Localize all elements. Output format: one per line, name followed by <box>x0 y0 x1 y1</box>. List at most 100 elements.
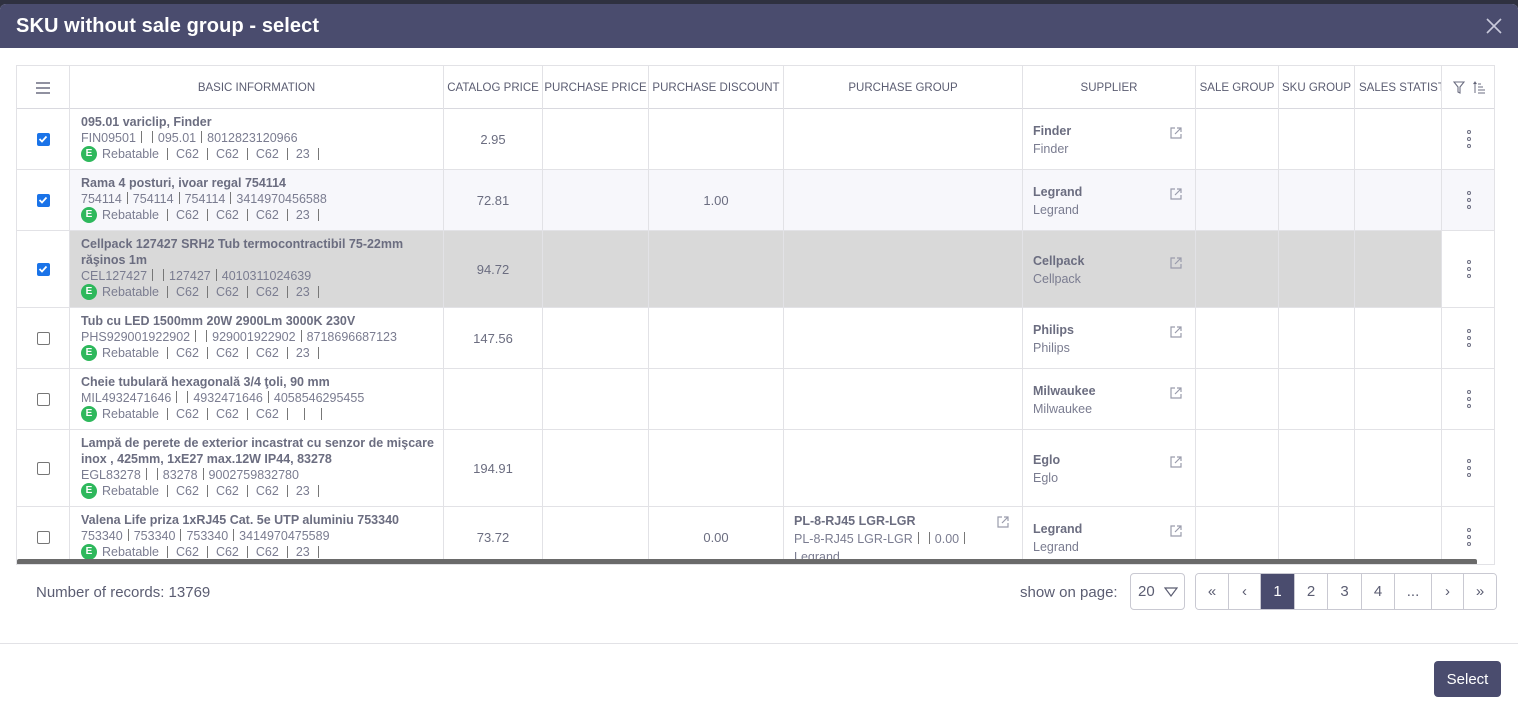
row-checkbox[interactable] <box>36 132 50 146</box>
table-row[interactable]: 095.01 variclip, Finder FIN09501 095.01 80… <box>17 109 1494 170</box>
row-checkbox[interactable] <box>36 262 50 276</box>
page-button[interactable]: 3 <box>1328 574 1362 609</box>
row-checkbox[interactable] <box>36 461 50 475</box>
column-header-purchase-price[interactable]: PURCHASE PRICE <box>543 66 649 109</box>
external-link-icon[interactable] <box>1169 386 1183 400</box>
supplier-name[interactable]: Milwaukee <box>1033 382 1096 400</box>
external-link-icon[interactable] <box>996 515 1010 529</box>
external-link-icon[interactable] <box>1169 524 1183 538</box>
row-checkbox[interactable] <box>36 530 50 544</box>
supplier-name[interactable]: Legrand <box>1033 520 1082 538</box>
product-name-cont: inox , 425mm, 1xE27 max.12W IP44, 83278 <box>81 452 332 466</box>
external-link-icon[interactable] <box>1169 126 1183 140</box>
select-button[interactable]: Select <box>1434 661 1501 697</box>
separator <box>180 529 182 541</box>
more-vertical-icon[interactable] <box>1467 260 1471 278</box>
close-icon[interactable] <box>1484 16 1504 36</box>
external-link-icon[interactable] <box>1169 455 1183 469</box>
product-tags: E Rebatable C62 C62 C62 23 <box>81 345 443 361</box>
separator <box>917 532 919 544</box>
separator <box>317 485 319 497</box>
product-tags: E Rebatable C62 C62 C62 23 <box>81 284 443 300</box>
column-header-basic[interactable]: BASIC INFORMATION <box>70 66 444 109</box>
column-menu-button[interactable] <box>17 66 70 109</box>
column-header-sale-group[interactable]: SALE GROUP <box>1196 66 1279 109</box>
supplier-name[interactable]: Legrand <box>1033 183 1082 201</box>
page-button[interactable]: » <box>1464 574 1496 609</box>
product-tags: E Rebatable C62 C62 C62 <box>81 406 443 422</box>
table-row[interactable]: Lampă de perete de exterior incastrat cu… <box>17 430 1494 507</box>
row-checkbox[interactable] <box>36 392 50 406</box>
more-vertical-icon[interactable] <box>1467 329 1471 347</box>
filter-icon[interactable] <box>1452 81 1465 94</box>
more-vertical-icon[interactable] <box>1467 130 1471 148</box>
table-row[interactable]: Valena Life priza 1xRJ45 Cat. 5e UTP alu… <box>17 507 1494 564</box>
table-row[interactable]: Cheie tubulară hexagonală 3/4 ţoli, 90 m… <box>17 369 1494 430</box>
page-size-select[interactable]: 20 <box>1130 573 1185 610</box>
table-row[interactable]: Rama 4 posturi, ivoar regal 754114 75411… <box>17 170 1494 231</box>
purchase-group-cell <box>784 430 1023 506</box>
page-button[interactable]: 2 <box>1295 574 1328 609</box>
column-header-purchase-discount[interactable]: PURCHASE DISCOUNT <box>649 66 784 109</box>
column-header-sku-group[interactable]: SKU GROUP <box>1279 66 1355 109</box>
column-header-purchase-group[interactable]: PURCHASE GROUP <box>784 66 1023 109</box>
supplier-name[interactable]: Finder <box>1033 122 1071 140</box>
row-checkbox[interactable] <box>36 193 50 207</box>
horizontal-scrollbar[interactable] <box>17 559 1477 564</box>
external-link-icon[interactable] <box>1169 325 1183 339</box>
purchase-group-name[interactable]: PL-8-RJ45 LGR-LGR <box>794 512 970 530</box>
more-vertical-icon[interactable] <box>1467 390 1471 408</box>
supplier-subname: Legrand <box>1033 539 1079 554</box>
code-value: 754114 <box>184 192 226 206</box>
supplier-subname: Milwaukee <box>1033 401 1093 416</box>
external-link-icon[interactable] <box>1169 187 1183 201</box>
row-actions-cell <box>1442 369 1494 429</box>
page-button[interactable]: › <box>1432 574 1464 609</box>
supplier-name[interactable]: Philips <box>1033 321 1074 339</box>
table-row[interactable]: Cellpack 127427 SRH2 Tub termocontractib… <box>17 231 1494 308</box>
external-link-icon[interactable] <box>1169 256 1183 270</box>
page-button[interactable]: ‹ <box>1229 574 1261 609</box>
code-value: C62 <box>176 147 199 161</box>
code-value: C62 <box>176 407 199 421</box>
table-row[interactable]: Tub cu LED 1500mm 20W 2900Lm 3000K 230V … <box>17 308 1494 369</box>
separator <box>320 408 322 420</box>
separator <box>195 330 197 342</box>
page-button[interactable]: 1 <box>1261 574 1295 609</box>
code-value: 4932471646 <box>193 391 263 405</box>
supplier-name[interactable]: Cellpack <box>1033 252 1084 270</box>
column-header-catalog-price[interactable]: CATALOG PRICE <box>444 66 543 109</box>
row-checkbox-cell <box>17 430 70 506</box>
more-vertical-icon[interactable] <box>1467 528 1471 546</box>
sales-stats-cell <box>1355 369 1442 429</box>
more-vertical-icon[interactable] <box>1467 191 1471 209</box>
separator <box>126 192 128 204</box>
separator <box>167 546 168 558</box>
page-button[interactable]: « <box>1196 574 1229 609</box>
code-value: 127427 <box>169 269 211 283</box>
page-button[interactable]: 4 <box>1362 574 1395 609</box>
page-button[interactable]: ... <box>1395 574 1432 609</box>
code-value: 23 <box>295 346 310 360</box>
product-codes: CEL127427 127427 4010311024639 <box>81 268 443 284</box>
supplier-name[interactable]: Eglo <box>1033 451 1060 469</box>
code-value: C62 <box>255 484 279 498</box>
code-value: 23 <box>295 545 310 559</box>
separator <box>176 391 178 403</box>
separator <box>246 408 248 420</box>
more-vertical-icon[interactable] <box>1467 459 1471 477</box>
product-tags: E Rebatable C62 C62 C62 23 <box>81 483 443 499</box>
product-name: Cheie tubulară hexagonală 3/4 ţoli, 90 m… <box>81 375 330 389</box>
sort-icon[interactable] <box>1472 81 1486 94</box>
pagination: «‹ 1 2 3 4... ›» <box>1195 573 1497 610</box>
column-header-sales-statistics[interactable]: SALES STATIST <box>1355 66 1442 109</box>
purchase-price-cell <box>543 308 649 368</box>
purchase-price-cell <box>543 109 649 169</box>
row-actions-cell <box>1442 430 1494 506</box>
column-header-supplier[interactable]: SUPPLIER <box>1023 66 1196 109</box>
row-checkbox[interactable] <box>36 331 50 345</box>
separator <box>286 209 288 221</box>
sales-stats-cell <box>1355 430 1442 506</box>
sku-group-cell <box>1279 308 1355 368</box>
sales-stats-cell <box>1355 109 1442 169</box>
